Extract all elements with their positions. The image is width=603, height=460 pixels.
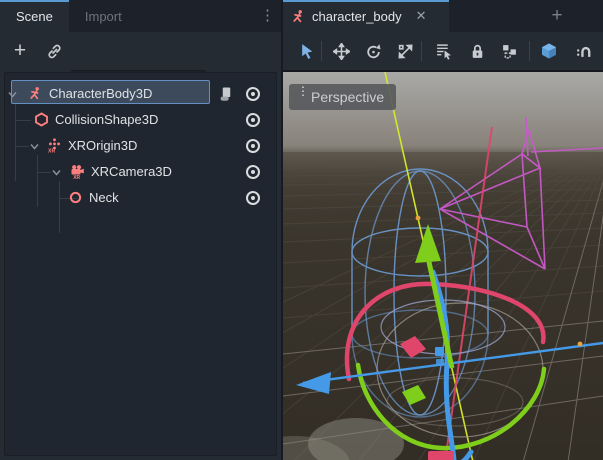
tab-scene[interactable]: Scene [0, 0, 69, 32]
scene-dock-tabbar: Scene Import ⋮ [0, 0, 281, 32]
character-body-3d-icon [291, 9, 306, 24]
svg-text:XR: XR [48, 149, 55, 153]
close-tab-icon[interactable]: ✕ [416, 8, 427, 24]
scale-handle-red-cube[interactable] [428, 451, 454, 460]
perspective-label: Perspective [311, 89, 384, 105]
local-space-toggle[interactable] [537, 39, 561, 63]
toolbar-separator [321, 41, 322, 61]
magnet-snap-icon [575, 43, 592, 60]
godot-editor: Scene Import ⋮ + [0, 0, 603, 460]
node-label: CollisionShape3D [55, 112, 158, 127]
link-icon [46, 43, 63, 60]
tab-import[interactable]: Import [69, 0, 138, 32]
visibility-toggle-icon[interactable] [243, 111, 263, 129]
scene-toolbar: + [0, 32, 281, 70]
viewport-3d[interactable]: ⋮ Perspective [283, 70, 603, 460]
viewport-gizmos [283, 72, 603, 460]
node-label: XROrigin3D [68, 138, 137, 153]
tab-import-label: Import [85, 9, 122, 24]
node-label: XRCamera3D [91, 164, 172, 179]
local-space-cube-icon [540, 42, 558, 60]
instance-scene-button[interactable] [42, 39, 66, 63]
add-node-button[interactable]: + [8, 39, 32, 63]
tree-row-collisionshape3d[interactable]: CollisionShape3D [5, 107, 276, 133]
tree-row-neck[interactable]: Neck [5, 185, 276, 211]
main-viewport-panel: character_body ✕ + [283, 0, 603, 460]
move-icon [333, 43, 350, 60]
script-attached-icon[interactable] [219, 87, 234, 102]
plane-handle-green[interactable] [402, 385, 426, 405]
node-label: Neck [89, 190, 119, 205]
group-button[interactable] [497, 39, 521, 63]
tree-row-xrorigin3d[interactable]: XR XROrigin3D [5, 133, 276, 159]
lock-button[interactable] [465, 39, 489, 63]
rotate-icon [365, 43, 382, 60]
scene-tabs-bar: character_body ✕ + [283, 0, 603, 32]
scene-dock: Scene Import ⋮ + [0, 0, 281, 460]
visibility-toggle-icon[interactable] [243, 163, 263, 181]
cursor-arrow-icon [299, 43, 316, 60]
scene-tab-character-body[interactable]: character_body ✕ [283, 0, 449, 32]
perspective-dots-icon: ⋮ [297, 88, 309, 95]
character-body-3d-icon [28, 86, 43, 101]
select-mode-button[interactable] [295, 39, 319, 63]
scene-tree: CharacterBody3D CollisionShape3D [4, 72, 277, 456]
new-scene-tab-button[interactable]: + [545, 4, 569, 28]
snap-toggle[interactable] [571, 39, 595, 63]
collapse-chevron-icon[interactable] [8, 90, 17, 99]
collapse-chevron-icon[interactable] [30, 142, 39, 151]
collapse-chevron-icon[interactable] [52, 168, 61, 177]
list-select-button[interactable] [431, 39, 455, 63]
rotate-mode-button[interactable] [361, 39, 385, 63]
visibility-toggle-icon[interactable] [243, 189, 263, 207]
collision-shape-3d-icon [34, 112, 49, 127]
tab-scene-label: Scene [16, 9, 53, 24]
dock-menu-icon[interactable]: ⋮ [260, 6, 275, 24]
x-axis-arrowhead[interactable] [296, 372, 331, 394]
xr-origin-3d-icon: XR [47, 138, 62, 153]
svg-text:XR: XR [73, 175, 80, 179]
group-selected-nodes-icon [501, 43, 518, 60]
scale-icon [397, 43, 414, 60]
visibility-toggle-icon[interactable] [243, 137, 263, 155]
toolbar-separator [529, 41, 530, 61]
viewport-toolbar [283, 32, 603, 70]
visibility-toggle-icon[interactable] [243, 85, 263, 103]
horizon-fade [283, 152, 603, 207]
tree-row-xrcamera3d[interactable]: XR XRCamera3D [5, 159, 276, 185]
toolbar-separator [421, 41, 422, 61]
neck-node-icon [68, 190, 83, 205]
perspective-menu-button[interactable]: ⋮ Perspective [289, 84, 396, 110]
lock-icon [469, 43, 486, 60]
list-select-icon [435, 43, 452, 60]
xr-camera-3d-icon: XR [70, 164, 85, 179]
node-label: CharacterBody3D [49, 86, 152, 101]
scene-tab-label: character_body [312, 9, 402, 24]
move-mode-button[interactable] [329, 39, 353, 63]
tree-row-characterbody3d[interactable]: CharacterBody3D [5, 81, 276, 107]
scale-mode-button[interactable] [393, 39, 417, 63]
